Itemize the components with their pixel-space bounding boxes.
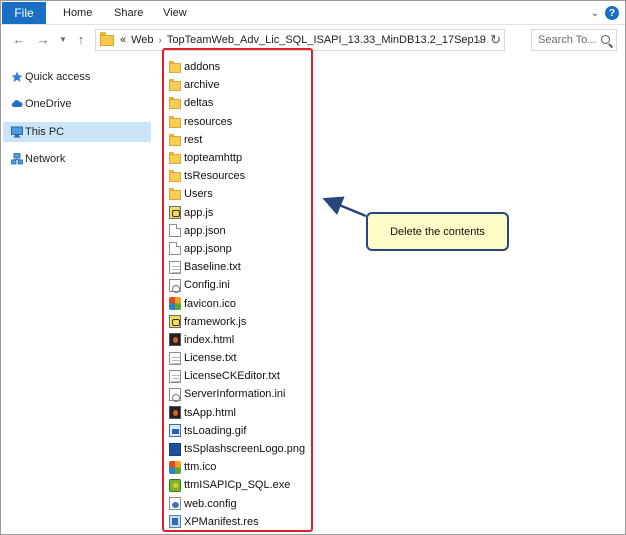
recent-locations-chevron-icon[interactable]: ▼: [55, 30, 71, 48]
nav-item-this-pc[interactable]: This PC: [3, 122, 151, 142]
tab-file[interactable]: File: [2, 2, 46, 24]
nav-item-label: Network: [25, 153, 66, 165]
search-placeholder: Search To...: [538, 34, 597, 46]
navigation-pane: Quick access OneDrive This PC Network: [1, 57, 151, 535]
callout-text: Delete the contents: [390, 225, 485, 238]
nav-item-quick-access[interactable]: Quick access: [3, 67, 151, 87]
tab-home[interactable]: Home: [63, 2, 92, 24]
tab-view[interactable]: View: [163, 2, 187, 24]
file-explorer-window: File Home Share View ⌄ ? ← → ▼ ↑ « Web ›…: [0, 0, 626, 535]
nav-item-label: Quick access: [25, 71, 91, 83]
highlight-box: [162, 48, 313, 532]
callout-note: Delete the contents: [366, 212, 509, 251]
address-row: ← → ▼ ↑ « Web › TopTeamWeb_Adv_Lic_SQL_I…: [1, 26, 625, 54]
computer-icon: [11, 126, 23, 138]
search-input[interactable]: Search To...: [531, 29, 617, 51]
breadcrumb-web[interactable]: Web: [131, 34, 153, 46]
help-button[interactable]: ?: [605, 6, 619, 20]
ribbon-expand-chevron-icon[interactable]: ⌄: [589, 6, 601, 20]
tab-share[interactable]: Share: [114, 2, 143, 24]
forward-arrow-icon[interactable]: →: [35, 30, 51, 48]
folder-icon: [100, 31, 114, 46]
breadcrumb-current-folder[interactable]: TopTeamWeb_Adv_Lic_SQL_ISAPI_13.33_MinDB…: [167, 34, 486, 46]
search-icon: [601, 35, 610, 44]
breadcrumb-overflow[interactable]: «: [120, 34, 126, 46]
nav-item-network[interactable]: Network: [3, 149, 151, 169]
up-arrow-icon[interactable]: ↑: [73, 30, 89, 48]
address-dropdown-chevron-icon[interactable]: ⌄: [476, 34, 484, 45]
back-arrow-icon[interactable]: ←: [11, 30, 27, 48]
breadcrumb-separator-icon[interactable]: ›: [159, 35, 162, 46]
nav-item-onedrive[interactable]: OneDrive: [3, 94, 151, 114]
refresh-icon[interactable]: ↻: [490, 32, 501, 48]
cloud-icon: [11, 100, 23, 107]
nav-item-label: This PC: [25, 126, 65, 138]
ribbon-tabs: File Home Share View ⌄ ?: [1, 1, 625, 25]
network-icon: [11, 153, 23, 165]
star-icon: [11, 71, 23, 82]
nav-item-label: OneDrive: [25, 98, 72, 110]
